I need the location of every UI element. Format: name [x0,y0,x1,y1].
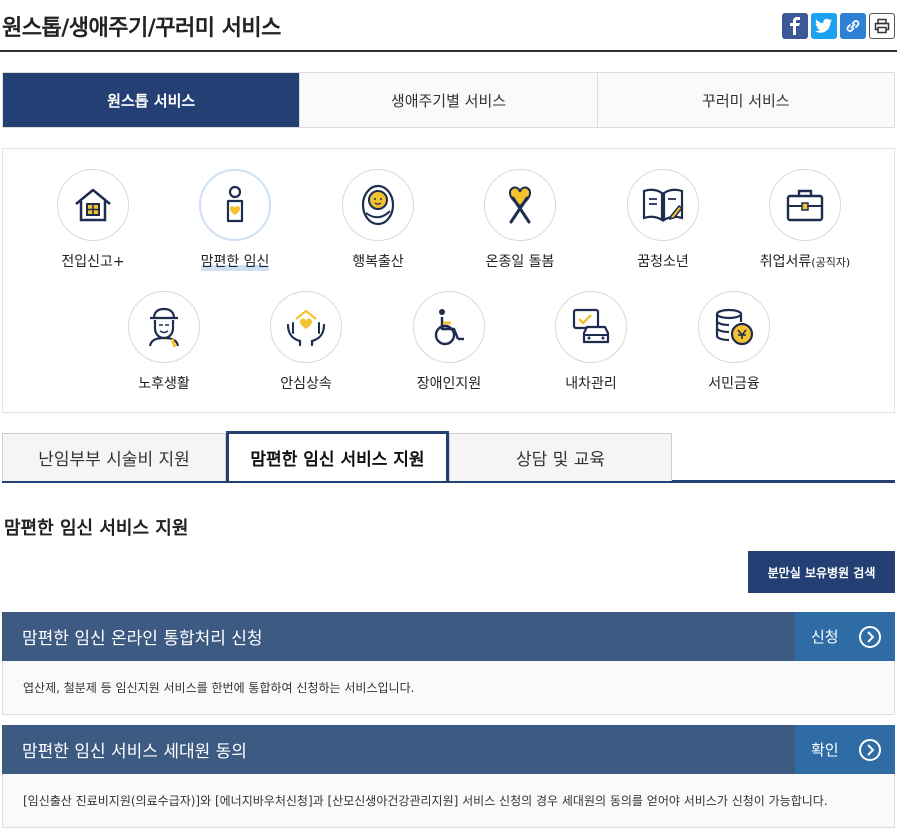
card-description: 엽산제, 철분제 등 임신지원 서비스를 한번에 통합하여 신청하는 서비스입니… [2,661,895,715]
service-label: 전입신고+ [61,254,125,270]
chevron-right-icon [859,625,881,648]
card-description: [임신출산 진료비지원(의료수급자)]와 [에너지바우처신청]과 [산모신생아건… [2,774,895,828]
hands-heart-icon [286,309,326,347]
card-title: 맘편한 임신 온라인 통합처리 신청 [22,629,263,649]
service-label: 노후생활 [138,376,190,392]
service-label: 장애인지원 [416,376,482,392]
twitter-share-button[interactable] [811,13,837,39]
service-item-car[interactable]: 내차관리 [521,291,661,393]
car-icon [572,308,610,344]
subtab-pregnancy-support[interactable]: 맘편한 임신 서비스 지원 [226,431,449,481]
subtab-infertility[interactable]: 난임부부 시술비 지원 [2,433,226,481]
tab-bundle[interactable]: 꾸러미 서비스 [596,73,894,127]
sub-tabs: 난임부부 시술비 지원 맘편한 임신 서비스 지원 상담 및 교육 [2,431,895,483]
tab-onestop[interactable]: 원스톱 서비스 [3,73,300,127]
coins-icon [715,308,754,346]
print-icon [874,18,890,34]
service-item-retirement[interactable]: 노후생활 [94,291,234,393]
baby-icon [361,184,395,226]
elder-icon [148,307,180,348]
service-card-household-consent: 맘편한 임신 서비스 세대원 동의 확인 [임신출산 진료비지원(의료수급자)]… [2,725,895,828]
briefcase-icon [786,189,824,222]
link-icon [846,20,860,32]
main-tabs: 원스톱 서비스 생애주기별 서비스 꾸러미 서비스 [2,72,895,128]
section-title: 맘편한 임신 서비스 지원 [4,518,189,539]
page-header: 원스톱/생애주기/꾸러미 서비스 [0,0,897,52]
twitter-icon [815,18,832,33]
pregnant-icon [226,185,244,223]
wheelchair-icon [434,309,464,346]
hospital-search-button[interactable]: 분만실 보유병원 검색 [748,551,895,593]
service-label: 온종일 돌봄 [485,254,555,270]
confirm-button[interactable]: 확인 [795,725,895,774]
service-item-youth[interactable]: 꿈청소년 [593,169,733,271]
copy-link-button[interactable] [840,13,866,39]
service-label: 맘편한 임신 [200,251,270,271]
card-title: 맘편한 임신 서비스 세대원 동의 [22,742,247,762]
service-item-job-docs[interactable]: 취업서류(공직자) [735,169,875,271]
subtab-counseling[interactable]: 상담 및 교육 [449,433,672,481]
service-label: 안심상속 [280,376,332,392]
chevron-right-icon [859,738,881,761]
service-label: 내차관리 [565,376,617,392]
page-title: 원스톱/생애주기/꾸러미 서비스 [2,16,281,41]
apply-button[interactable]: 신청 [795,612,895,661]
service-label: 꿈청소년 [637,254,689,270]
service-label: 취업서류(공직자) [759,254,851,270]
ribbon-icon [509,186,531,224]
tab-lifecycle[interactable]: 생애주기별 서비스 [299,73,597,127]
service-item-move-in[interactable]: 전입신고+ [23,169,163,271]
share-toolbar [782,13,895,39]
facebook-share-button[interactable] [782,13,808,39]
service-item-care[interactable]: 온종일 돌봄 [450,169,590,271]
service-label: 행복출산 [352,254,404,270]
service-item-inheritance[interactable]: 안심상속 [236,291,376,393]
service-item-finance[interactable]: 서민금융 [664,291,804,393]
service-item-disability[interactable]: 장애인지원 [379,291,519,393]
book-icon [642,188,684,223]
service-item-pregnancy[interactable]: 맘편한 임신 [165,169,305,271]
print-button[interactable] [869,13,895,39]
facebook-icon [790,17,800,35]
service-icon-panel: 전입신고+ 맘편한 임신 행복출산 온종일 돌봄 꿈청소년 취업서류(공직자) [2,148,895,413]
service-card-online-apply: 맘편한 임신 온라인 통합처리 신청 신청 엽산제, 철분제 등 임신지원 서비… [2,612,895,715]
house-icon [75,188,111,222]
service-item-birth[interactable]: 행복출산 [308,169,448,271]
service-label: 서민금융 [708,376,760,392]
